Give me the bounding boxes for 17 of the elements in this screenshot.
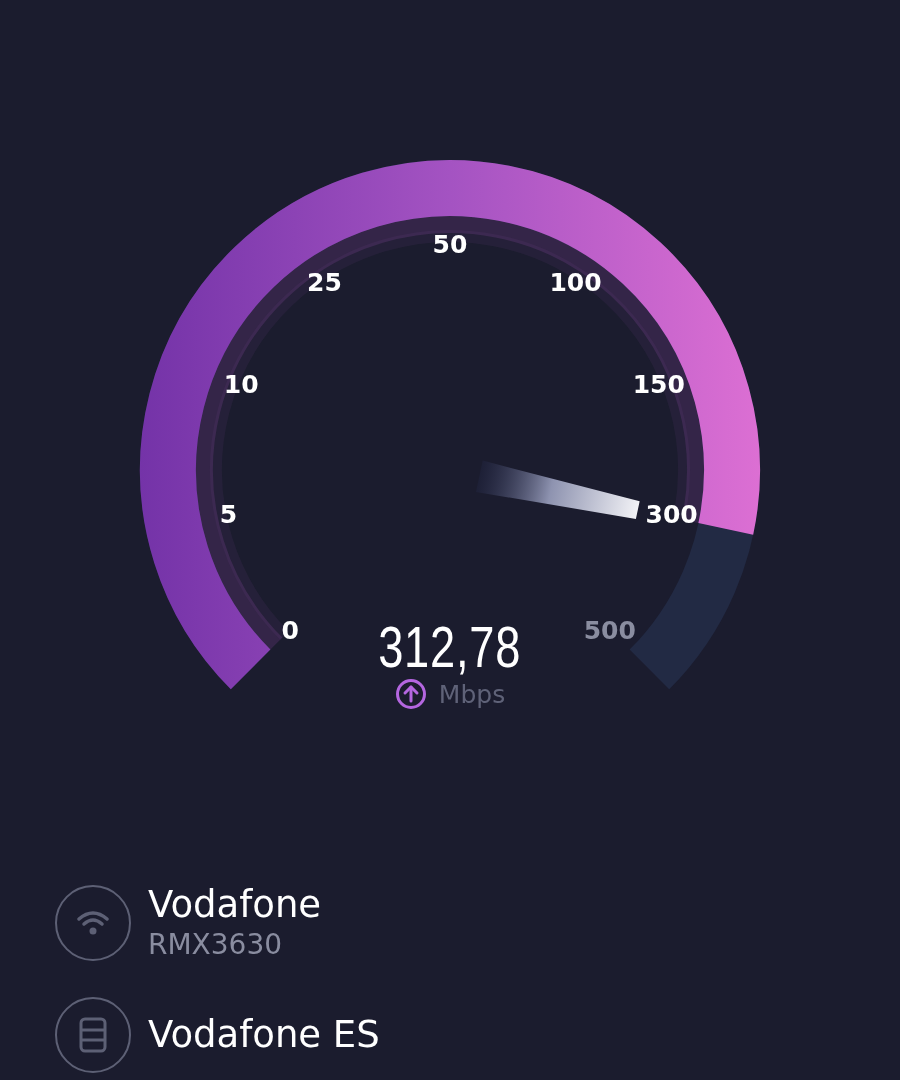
- scale-label: 150: [632, 369, 685, 399]
- scale-label: 300: [645, 500, 698, 530]
- scale-label: 50: [432, 230, 468, 259]
- scale-label: 100: [549, 268, 602, 298]
- scale-label: 500: [583, 615, 636, 645]
- scale-label: 0: [281, 615, 299, 645]
- connection-name: Vodafone ES: [148, 1014, 380, 1056]
- scale-label: 5: [219, 500, 238, 530]
- scale-label: 25: [307, 268, 342, 298]
- server-icon: [79, 1017, 107, 1053]
- scale-label: 10: [223, 369, 259, 399]
- upload-icon: [394, 678, 427, 710]
- speed-reading: 312,78: [378, 618, 522, 676]
- connection-detail: RMX3630: [148, 929, 284, 961]
- speed-unit: Mbps: [438, 679, 506, 709]
- wifi-icon: [76, 909, 110, 937]
- connection-name: Vodafone: [148, 885, 322, 926]
